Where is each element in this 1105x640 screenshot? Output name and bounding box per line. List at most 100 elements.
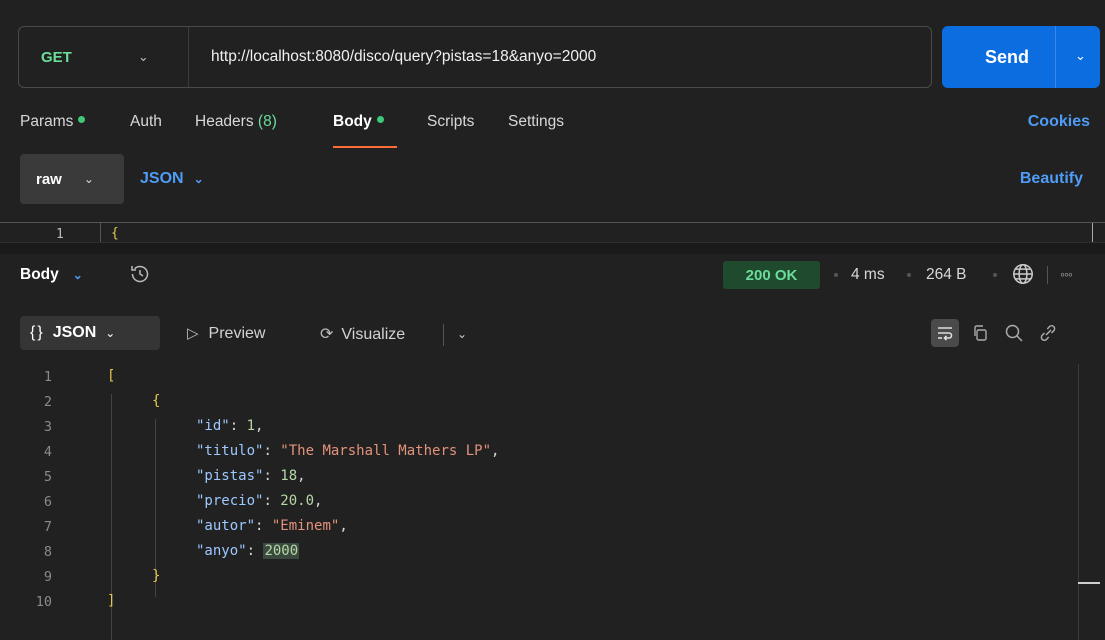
request-body-editor[interactable]: 1 { <box>0 222 1105 242</box>
code-text: } <box>152 568 161 584</box>
json-value: 1 <box>246 418 256 434</box>
search-icon[interactable] <box>1000 319 1028 347</box>
separator-dot <box>907 273 911 277</box>
pane-resize-handle[interactable] <box>0 242 1105 254</box>
json-value: 2000 <box>263 543 300 559</box>
code-line: 9 } <box>0 564 1070 589</box>
response-header: Body ⌄ 200 OK 4 ms 264 B ◦◦◦ <box>0 254 1105 294</box>
body-mode-label: raw <box>36 170 62 188</box>
json-key: "autor" <box>196 518 256 534</box>
braces-icon: {} <box>30 324 45 341</box>
status-dot <box>78 116 86 124</box>
line-number: 9 <box>43 569 52 585</box>
link-icon[interactable] <box>1034 319 1062 347</box>
wrap-lines-icon[interactable] <box>931 319 959 347</box>
code-text: "autor": "Eminem", <box>196 518 348 534</box>
response-time[interactable]: 4 ms <box>851 266 885 284</box>
chevron-down-icon[interactable]: ⌄ <box>1075 48 1086 64</box>
code-line: 3 "id": 1, <box>0 414 1070 439</box>
response-body-viewer[interactable]: 1 [ 2 { 3 "id": 1, 4 "titulo": "The Mars… <box>0 364 1105 640</box>
visualize-label: Visualize <box>341 326 406 343</box>
headers-count: (8) <box>257 113 277 130</box>
visualize-icon: ⟳ <box>320 326 334 343</box>
url-input[interactable]: http://localhost:8080/disco/query?pistas… <box>189 48 596 66</box>
json-value: 20.0 <box>280 493 315 509</box>
code-line: 8 "anyo": 2000 <box>0 539 1070 564</box>
globe-icon[interactable] <box>1010 261 1036 287</box>
line-number: 8 <box>43 544 52 560</box>
response-view-label: Body <box>20 266 59 283</box>
cookies-link[interactable]: Cookies <box>1028 113 1090 131</box>
tab-settings[interactable]: Settings <box>508 113 564 131</box>
json-value: 18 <box>280 468 298 484</box>
chevron-down-icon: ⌄ <box>72 268 83 282</box>
code-text: "id": 1, <box>196 418 264 434</box>
chevron-down-icon: ⌄ <box>83 172 94 186</box>
json-key: "id" <box>196 418 230 434</box>
send-label: Send <box>985 46 1030 67</box>
separator-dot <box>834 273 838 277</box>
status-badge[interactable]: 200 OK <box>723 261 820 289</box>
code-text: "pistas": 18, <box>196 468 306 484</box>
copy-icon[interactable] <box>966 319 994 347</box>
line-number: 5 <box>43 469 52 485</box>
line-number: 1 <box>56 227 64 242</box>
code-line: 10 ] <box>0 589 1070 614</box>
scrollbar[interactable] <box>1092 223 1093 242</box>
method-label: GET <box>41 48 72 66</box>
active-tab-indicator <box>333 146 397 148</box>
tab-headers[interactable]: Headers (8) <box>195 113 277 131</box>
line-number: 1 <box>43 369 52 385</box>
json-value: "Eminem" <box>271 518 340 534</box>
tab-body-label: Body <box>333 113 372 130</box>
separator-dot <box>993 273 997 277</box>
toolbar-divider <box>1047 266 1048 284</box>
code-text: { <box>152 393 161 409</box>
code-line: 2 { <box>0 389 1070 414</box>
scrollbar-track[interactable] <box>1078 364 1079 640</box>
json-key: "titulo" <box>196 443 264 459</box>
chevron-down-icon: ⌄ <box>105 326 116 340</box>
code-line: 4 "titulo": "The Marshall Mathers LP", <box>0 439 1070 464</box>
code-text: "titulo": "The Marshall Mathers LP", <box>196 443 500 459</box>
json-key: "pistas" <box>196 468 264 484</box>
tab-body[interactable]: Body <box>333 113 384 131</box>
response-view-select[interactable]: Body ⌄ <box>20 266 83 284</box>
chevron-down-icon: ⌄ <box>137 49 149 64</box>
chevron-down-icon[interactable]: ⌄ <box>457 327 467 341</box>
code-text: ] <box>107 593 116 609</box>
format-label: JSON <box>52 324 97 341</box>
preview-button[interactable]: ▷ Preview <box>187 324 265 343</box>
method-select[interactable]: GET ⌄ <box>19 27 189 87</box>
json-key: "precio" <box>196 493 264 509</box>
response-size[interactable]: 264 B <box>926 266 967 284</box>
send-divider <box>1055 26 1056 88</box>
code-text: { <box>111 226 119 241</box>
gutter-guide <box>100 223 101 242</box>
line-number: 10 <box>35 594 52 610</box>
history-icon[interactable] <box>128 262 152 286</box>
tab-auth[interactable]: Auth <box>130 113 162 131</box>
line-number: 3 <box>43 419 52 435</box>
send-button[interactable]: Send ⌄ <box>942 26 1100 88</box>
beautify-button[interactable]: Beautify <box>1020 170 1083 188</box>
tab-scripts[interactable]: Scripts <box>427 113 474 131</box>
language-select[interactable]: JSON ⌄ <box>140 170 204 188</box>
toolbar-divider <box>443 324 444 346</box>
tab-headers-label: Headers <box>195 113 254 130</box>
tab-params[interactable]: Params <box>20 113 86 131</box>
format-select[interactable]: {} JSON ⌄ <box>20 316 160 350</box>
preview-label: Preview <box>208 325 266 342</box>
code-line: 1 [ <box>0 364 1070 389</box>
request-tabs: Params Auth Headers (8) Body Scripts Set… <box>20 113 1095 153</box>
response-toolbar: {} JSON ⌄ ▷ Preview ⟳ Visualize ⌄ <box>0 310 1105 354</box>
visualize-button[interactable]: ⟳ Visualize <box>320 324 405 344</box>
more-icon[interactable]: ◦◦◦ <box>1060 266 1073 282</box>
code-text: "anyo": 2000 <box>196 543 300 559</box>
scrollbar-thumb[interactable] <box>1078 582 1100 584</box>
body-mode-select[interactable]: raw ⌄ <box>20 154 124 204</box>
url-box: GET ⌄ http://localhost:8080/disco/query?… <box>18 26 932 88</box>
code-line: 5 "pistas": 18, <box>0 464 1070 489</box>
status-dot <box>376 116 384 124</box>
json-key: "anyo" <box>196 543 247 559</box>
